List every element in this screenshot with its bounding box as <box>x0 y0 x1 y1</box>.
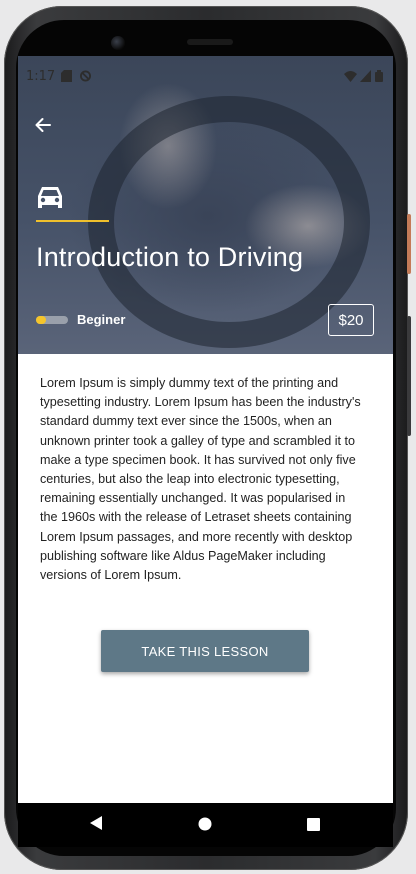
sd-card-icon <box>61 70 72 82</box>
status-bar: 1:17 <box>18 56 393 98</box>
arrow-left-icon <box>35 118 51 132</box>
title-accent-line <box>36 220 109 222</box>
back-button[interactable] <box>30 112 56 138</box>
volume-button <box>407 214 411 274</box>
do-not-disturb-icon <box>80 70 91 82</box>
status-time: 1:17 <box>26 69 56 84</box>
signal-icon <box>360 70 371 82</box>
front-camera <box>111 36 125 50</box>
back-triangle-icon[interactable] <box>89 815 103 831</box>
lesson-title: Introduction to Driving <box>36 242 304 272</box>
level-label: Beginer <box>77 312 126 327</box>
level-indicator-fill <box>36 316 46 324</box>
price-badge: $20 <box>328 304 374 336</box>
app-screen: 1:17 Introduction to Driving Beginer $20… <box>18 56 393 803</box>
recents-square-icon[interactable] <box>307 818 320 831</box>
power-button <box>407 316 411 436</box>
earpiece-speaker <box>187 39 233 45</box>
wifi-icon <box>344 71 357 82</box>
take-lesson-button[interactable]: TAKE THIS LESSON <box>101 630 309 672</box>
hero-banner: 1:17 Introduction to Driving Beginer $20 <box>18 56 393 354</box>
level-indicator <box>36 316 68 324</box>
home-circle-icon[interactable] <box>198 817 212 831</box>
battery-icon <box>375 70 383 82</box>
car-icon <box>38 187 62 208</box>
system-navigation-bar <box>18 803 393 847</box>
lesson-description: Lorem Ipsum is simply dummy text of the … <box>40 376 361 583</box>
